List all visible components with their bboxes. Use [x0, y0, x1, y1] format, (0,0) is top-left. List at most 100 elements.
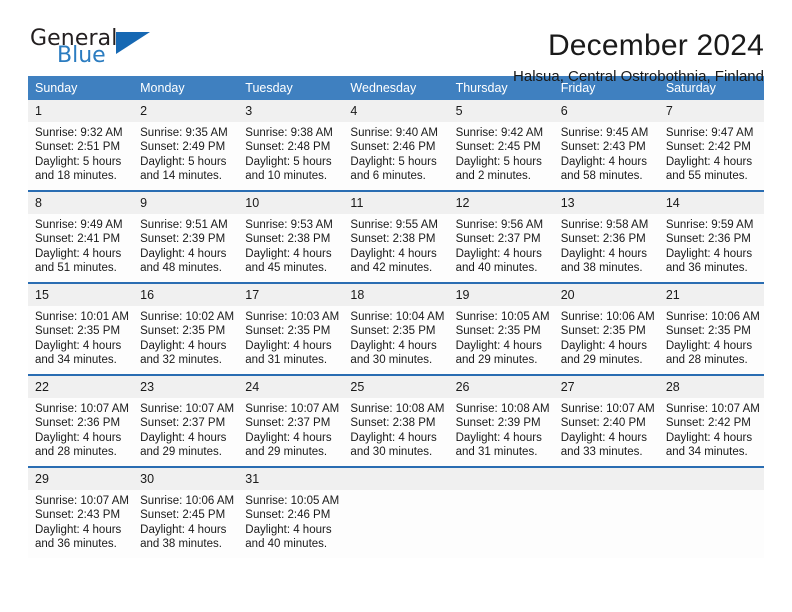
- day-details: Sunrise: 9:40 AM Sunset: 2:46 PM Daylight:…: [343, 122, 448, 184]
- sunset-time: Sunset: 2:35 PM: [245, 325, 331, 338]
- sunrise-time: Sunrise: 9:59 AM: [665, 219, 754, 231]
- day-details: Sunrise: 9:35 AM Sunset: 2:49 PM Daylight:…: [133, 122, 238, 184]
- daylight-duration-line1: Daylight: 4 hours: [350, 339, 437, 352]
- daylight-duration-line2: and 48 minutes.: [140, 262, 222, 275]
- calendar-day-cell[interactable]: 31 Sunrise: 10:05 AM Sunset: 2:46 PM Daylig…: [238, 466, 344, 558]
- sunrise-time: Sunrise: 9:58 AM: [560, 219, 649, 231]
- daylight-duration-line2: and 55 minutes.: [665, 170, 748, 183]
- calendar-day-cell[interactable]: 17 Sunrise: 10:03 AM Sunset: 2:35 PM Daylig…: [238, 282, 344, 375]
- page-header: General Blue December 2024 Halsua, Centr…: [28, 0, 764, 85]
- daylight-duration-line2: and 34 minutes.: [35, 354, 117, 367]
- sunrise-time: Sunrise: 10:07 AM: [140, 403, 235, 415]
- calendar-day-cell[interactable]: 26 Sunrise: 10:08 AM Sunset: 2:39 PM Daylig…: [448, 374, 554, 467]
- day-details: Sunrise: 9:51 AM Sunset: 2:39 PM Daylight:…: [133, 214, 238, 276]
- daylight-duration-line1: Daylight: 4 hours: [245, 339, 332, 352]
- sunset-time: Sunset: 2:38 PM: [350, 417, 436, 430]
- calendar-day-cell[interactable]: 12 Sunrise: 9:56 AM Sunset: 2:37 PM Dayligh…: [448, 190, 554, 283]
- daylight-duration-line2: and 36 minutes.: [35, 538, 117, 551]
- sunrise-time: Sunrise: 9:56 AM: [455, 219, 544, 231]
- sunset-time: Sunset: 2:38 PM: [350, 233, 436, 246]
- sunrise-time: Sunrise: 10:07 AM: [35, 495, 129, 507]
- sunrise-time: Sunrise: 10:05 AM: [455, 311, 550, 323]
- sunrise-time: Sunrise: 10:02 AM: [140, 311, 235, 323]
- calendar-day-cell[interactable]: 29 Sunrise: 10:07 AM Sunset: 2:43 PM Daylig…: [28, 466, 134, 558]
- day-number: [343, 468, 449, 490]
- calendar-day-cell[interactable]: 28 Sunrise: 10:07 AM Sunset: 2:42 PM Daylig…: [658, 374, 764, 467]
- sunrise-time: Sunrise: 10:06 AM: [560, 311, 655, 323]
- sunset-time: Sunset: 2:39 PM: [455, 417, 541, 430]
- sunset-time: Sunset: 2:45 PM: [140, 509, 226, 522]
- day-details: Sunrise: 10:02 AM Sunset: 2:35 PM Daylight…: [133, 306, 238, 368]
- daylight-duration-line2: and 32 minutes.: [140, 354, 222, 367]
- calendar-day-cell[interactable]: 2 Sunrise: 9:35 AM Sunset: 2:49 PM Daylight…: [133, 100, 239, 191]
- daylight-duration-line2: and 36 minutes.: [665, 262, 748, 275]
- day-number: 23: [133, 376, 239, 398]
- sunset-time: Sunset: 2:37 PM: [455, 233, 541, 246]
- daylight-duration-line2: and 14 minutes.: [140, 170, 222, 183]
- calendar-day-cell[interactable]: 6 Sunrise: 9:45 AM Sunset: 2:43 PM Daylight…: [553, 100, 659, 191]
- calendar-day-cell[interactable]: 5 Sunrise: 9:42 AM Sunset: 2:45 PM Daylight…: [448, 100, 554, 191]
- day-number: 25: [343, 376, 449, 398]
- page-title: December 2024: [547, 29, 764, 62]
- calendar-week-row: 1 Sunrise: 9:32 AM Sunset: 2:51 PM Daylight…: [28, 100, 764, 191]
- calendar-day-cell[interactable]: 4 Sunrise: 9:40 AM Sunset: 2:46 PM Daylight…: [343, 100, 449, 191]
- daylight-duration-line2: and 2 minutes.: [455, 170, 531, 183]
- daylight-duration-line2: and 29 minutes.: [560, 354, 643, 367]
- daylight-duration-line2: and 29 minutes.: [245, 446, 328, 459]
- sunrise-time: Sunrise: 10:08 AM: [455, 403, 550, 415]
- day-number: 10: [238, 192, 344, 214]
- daylight-duration-line2: and 51 minutes.: [35, 262, 117, 275]
- calendar-day-cell[interactable]: 10 Sunrise: 9:53 AM Sunset: 2:38 PM Dayligh…: [238, 190, 344, 283]
- calendar-day-cell-empty: [448, 466, 554, 558]
- day-number: 8: [28, 192, 134, 214]
- calendar-day-cell[interactable]: 11 Sunrise: 9:55 AM Sunset: 2:38 PM Dayligh…: [343, 190, 449, 283]
- daylight-duration-line1: Daylight: 4 hours: [35, 339, 122, 352]
- calendar-day-cell[interactable]: 9 Sunrise: 9:51 AM Sunset: 2:39 PM Daylight…: [133, 190, 239, 283]
- calendar-day-cell[interactable]: 25 Sunrise: 10:08 AM Sunset: 2:38 PM Daylig…: [343, 374, 449, 467]
- day-details: Sunrise: 10:07 AM Sunset: 2:42 PM Daylight…: [659, 398, 764, 460]
- calendar-day-cell[interactable]: 7 Sunrise: 9:47 AM Sunset: 2:42 PM Daylight…: [658, 100, 764, 191]
- daylight-duration-line2: and 28 minutes.: [35, 446, 117, 459]
- day-number: 7: [658, 100, 764, 122]
- calendar-day-cell[interactable]: 15 Sunrise: 10:01 AM Sunset: 2:35 PM Daylig…: [28, 282, 134, 375]
- daylight-duration-line1: Daylight: 4 hours: [455, 247, 542, 260]
- day-details: Sunrise: 10:07 AM Sunset: 2:37 PM Daylight…: [238, 398, 343, 460]
- sunset-time: Sunset: 2:35 PM: [140, 325, 226, 338]
- sunset-time: Sunset: 2:37 PM: [245, 417, 331, 430]
- calendar-day-cell[interactable]: 1 Sunrise: 9:32 AM Sunset: 2:51 PM Daylight…: [28, 100, 134, 191]
- daylight-duration-line1: Daylight: 4 hours: [140, 523, 227, 536]
- calendar-day-cell[interactable]: 8 Sunrise: 9:49 AM Sunset: 2:41 PM Daylight…: [28, 190, 134, 283]
- day-details: Sunrise: 9:47 AM Sunset: 2:42 PM Daylight:…: [659, 122, 764, 184]
- day-number: 28: [658, 376, 764, 398]
- calendar-day-cell[interactable]: 30 Sunrise: 10:06 AM Sunset: 2:45 PM Daylig…: [133, 466, 239, 558]
- calendar-day-cell[interactable]: 16 Sunrise: 10:02 AM Sunset: 2:35 PM Daylig…: [133, 282, 239, 375]
- calendar-day-cell[interactable]: 19 Sunrise: 10:05 AM Sunset: 2:35 PM Daylig…: [448, 282, 554, 375]
- calendar-day-cell[interactable]: 18 Sunrise: 10:04 AM Sunset: 2:35 PM Daylig…: [343, 282, 449, 375]
- calendar-day-cell[interactable]: 27 Sunrise: 10:07 AM Sunset: 2:40 PM Daylig…: [553, 374, 659, 467]
- daylight-duration-line2: and 40 minutes.: [455, 262, 538, 275]
- calendar-day-cell[interactable]: 3 Sunrise: 9:38 AM Sunset: 2:48 PM Daylight…: [238, 100, 344, 191]
- calendar-day-cell[interactable]: 21 Sunrise: 10:06 AM Sunset: 2:35 PM Daylig…: [658, 282, 764, 375]
- calendar-day-cell[interactable]: 22 Sunrise: 10:07 AM Sunset: 2:36 PM Daylig…: [28, 374, 134, 467]
- daylight-duration-line2: and 38 minutes.: [560, 262, 643, 275]
- sunrise-time: Sunrise: 10:04 AM: [350, 311, 445, 323]
- day-details: Sunrise: 9:32 AM Sunset: 2:51 PM Daylight:…: [28, 122, 133, 184]
- daylight-duration-line1: Daylight: 4 hours: [35, 431, 122, 444]
- daylight-duration-line2: and 42 minutes.: [350, 262, 433, 275]
- sunset-time: Sunset: 2:43 PM: [560, 141, 646, 154]
- calendar-day-cell[interactable]: 23 Sunrise: 10:07 AM Sunset: 2:37 PM Daylig…: [133, 374, 239, 467]
- daylight-duration-line1: Daylight: 4 hours: [665, 431, 753, 444]
- daylight-duration-line1: Daylight: 4 hours: [455, 339, 542, 352]
- day-number: 12: [448, 192, 554, 214]
- day-details: Sunrise: 10:06 AM Sunset: 2:35 PM Daylight…: [659, 306, 764, 368]
- calendar-day-cell[interactable]: 20 Sunrise: 10:06 AM Sunset: 2:35 PM Daylig…: [553, 282, 659, 375]
- sunrise-time: Sunrise: 9:47 AM: [665, 127, 754, 139]
- daylight-duration-line1: Daylight: 5 hours: [245, 155, 332, 168]
- calendar-day-cell[interactable]: 13 Sunrise: 9:58 AM Sunset: 2:36 PM Dayligh…: [553, 190, 659, 283]
- sunset-time: Sunset: 2:48 PM: [245, 141, 331, 154]
- calendar-day-cell[interactable]: 14 Sunrise: 9:59 AM Sunset: 2:36 PM Dayligh…: [658, 190, 764, 283]
- day-number: [448, 468, 554, 490]
- daylight-duration-line2: and 31 minutes.: [245, 354, 328, 367]
- calendar-day-cell[interactable]: 24 Sunrise: 10:07 AM Sunset: 2:37 PM Daylig…: [238, 374, 344, 467]
- daylight-duration-line2: and 30 minutes.: [350, 446, 433, 459]
